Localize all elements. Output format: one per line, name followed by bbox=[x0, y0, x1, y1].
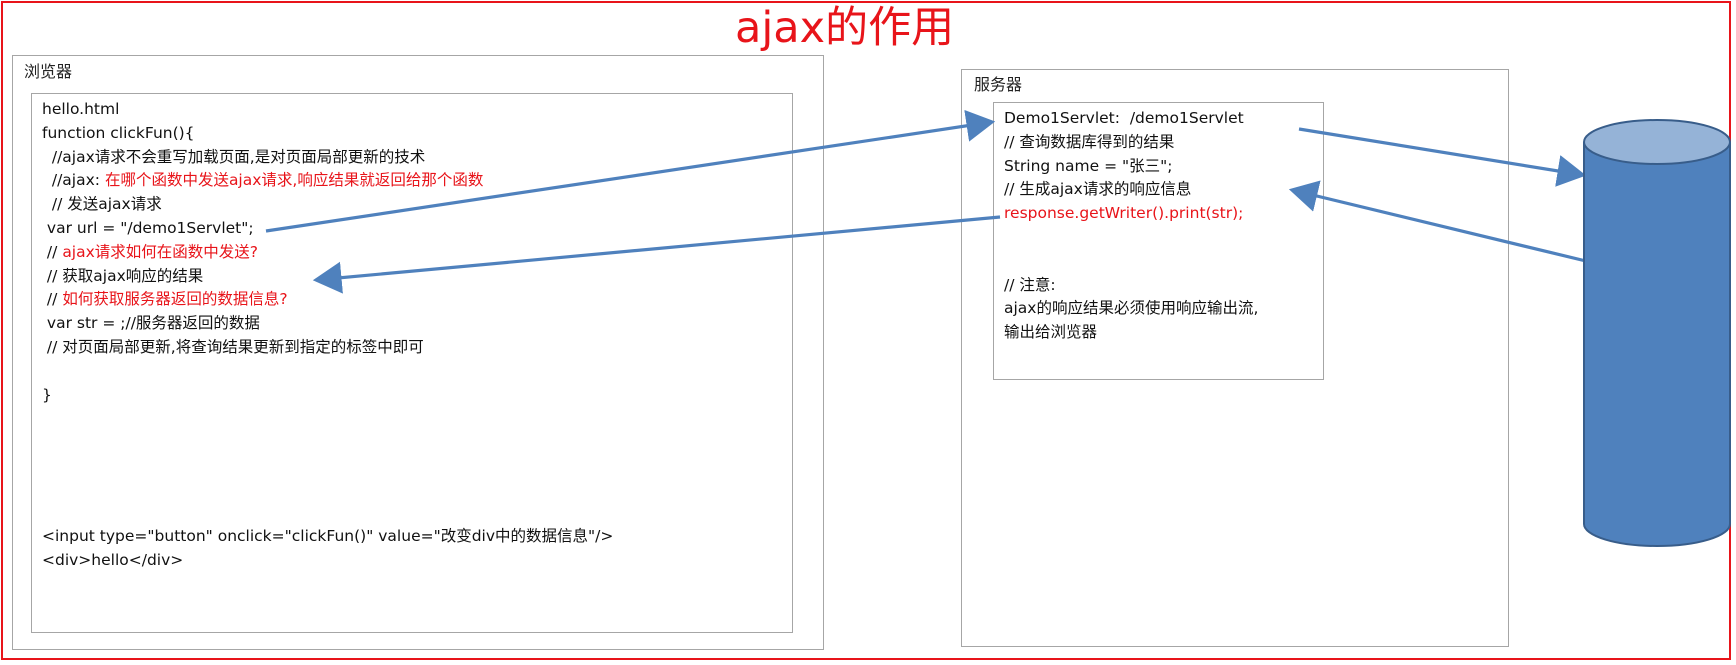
request-arrow bbox=[265, 109, 996, 233]
query-arrow bbox=[1298, 127, 1587, 187]
database-cylinder bbox=[1583, 119, 1731, 547]
diagram-graphics bbox=[265, 109, 1731, 547]
response-arrow bbox=[312, 215, 1001, 294]
result-arrow bbox=[1288, 180, 1591, 264]
